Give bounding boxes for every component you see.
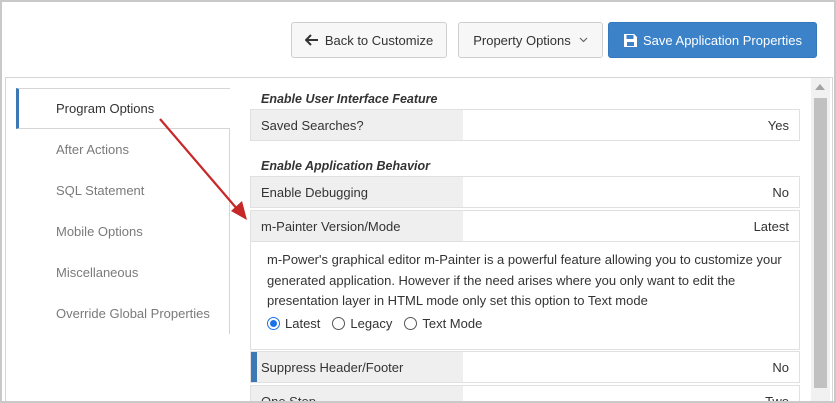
option-label: Enable Debugging xyxy=(251,177,463,207)
sidebar-item-label: Miscellaneous xyxy=(56,265,139,280)
section-title-ui-feature: Enable User Interface Feature xyxy=(261,92,438,106)
chevron-down-icon xyxy=(579,37,588,43)
options-sidebar: Program Options After Actions SQL Statem… xyxy=(16,88,230,334)
sidebar-item-label: After Actions xyxy=(56,142,129,157)
radio-legacy-indicator[interactable] xyxy=(332,317,346,331)
radio-legacy-label: Legacy xyxy=(350,315,393,331)
mpainter-description-panel: m-Power's graphical editor m-Painter is … xyxy=(250,242,800,350)
sidebar-item-override-global-properties[interactable]: Override Global Properties xyxy=(16,293,230,334)
option-value: No xyxy=(772,184,789,200)
option-row-suppress-header-footer[interactable]: Suppress Header/Footer No xyxy=(250,351,800,383)
properties-panel: Program Options After Actions SQL Statem… xyxy=(5,77,833,403)
option-row-saved-searches[interactable]: Saved Searches? Yes xyxy=(250,109,800,141)
option-row-mpainter-mode[interactable]: m-Painter Version/Mode Latest xyxy=(250,210,800,242)
radio-latest-indicator[interactable] xyxy=(267,317,280,331)
back-to-customize-label: Back to Customize xyxy=(324,32,434,48)
option-row-enable-debugging[interactable]: Enable Debugging No xyxy=(250,176,800,208)
sidebar-item-program-options[interactable]: Program Options xyxy=(16,88,230,129)
mpainter-mode-radio-group: Latest Legacy Text Mode xyxy=(267,314,789,335)
sidebar-item-label: Program Options xyxy=(56,101,155,116)
radio-latest-label: Latest xyxy=(285,315,321,331)
back-to-customize-button[interactable]: Back to Customize xyxy=(291,22,447,58)
vertical-scrollbar[interactable] xyxy=(811,78,830,401)
option-value: Two xyxy=(765,393,789,403)
sidebar-item-mobile-options[interactable]: Mobile Options xyxy=(16,211,230,252)
radio-text-mode-indicator[interactable] xyxy=(404,317,418,331)
sidebar-item-after-actions[interactable]: After Actions xyxy=(16,129,230,170)
sidebar-item-label: SQL Statement xyxy=(56,183,145,198)
radio-text-mode-label: Text Mode xyxy=(422,315,483,331)
option-value: No xyxy=(772,359,789,375)
option-row-one-step[interactable]: One Step Two xyxy=(250,385,800,403)
app-frame: Back to Customize Property Options Save … xyxy=(0,0,836,403)
save-application-properties-button[interactable]: Save Application Properties xyxy=(608,22,817,58)
option-value: Latest xyxy=(753,218,789,234)
radio-legacy[interactable]: Legacy xyxy=(332,314,392,335)
radio-text-mode[interactable]: Text Mode xyxy=(404,314,482,335)
mpainter-description-text: m-Power's graphical editor m-Painter is … xyxy=(267,252,782,308)
sidebar-item-label: Mobile Options xyxy=(56,224,143,239)
scroll-up-arrow-icon[interactable] xyxy=(815,84,825,90)
property-options-label: Property Options xyxy=(473,32,571,48)
option-label: Suppress Header/Footer xyxy=(251,352,463,382)
option-label: m-Painter Version/Mode xyxy=(251,211,463,241)
scrollbar-thumb[interactable] xyxy=(814,98,827,388)
sidebar-item-label: Override Global Properties xyxy=(56,306,210,321)
radio-latest[interactable]: Latest xyxy=(267,314,320,335)
sidebar-item-miscellaneous[interactable]: Miscellaneous xyxy=(16,252,230,293)
option-label: Saved Searches? xyxy=(251,110,463,140)
option-value: Yes xyxy=(767,117,789,133)
option-label: One Step xyxy=(251,386,463,401)
arrow-left-icon xyxy=(304,34,319,46)
save-icon xyxy=(623,33,638,48)
save-application-properties-label: Save Application Properties xyxy=(643,32,802,48)
property-options-dropdown[interactable]: Property Options xyxy=(458,22,603,58)
sidebar-item-sql-statement[interactable]: SQL Statement xyxy=(16,170,230,211)
section-title-app-behavior: Enable Application Behavior xyxy=(261,159,431,173)
